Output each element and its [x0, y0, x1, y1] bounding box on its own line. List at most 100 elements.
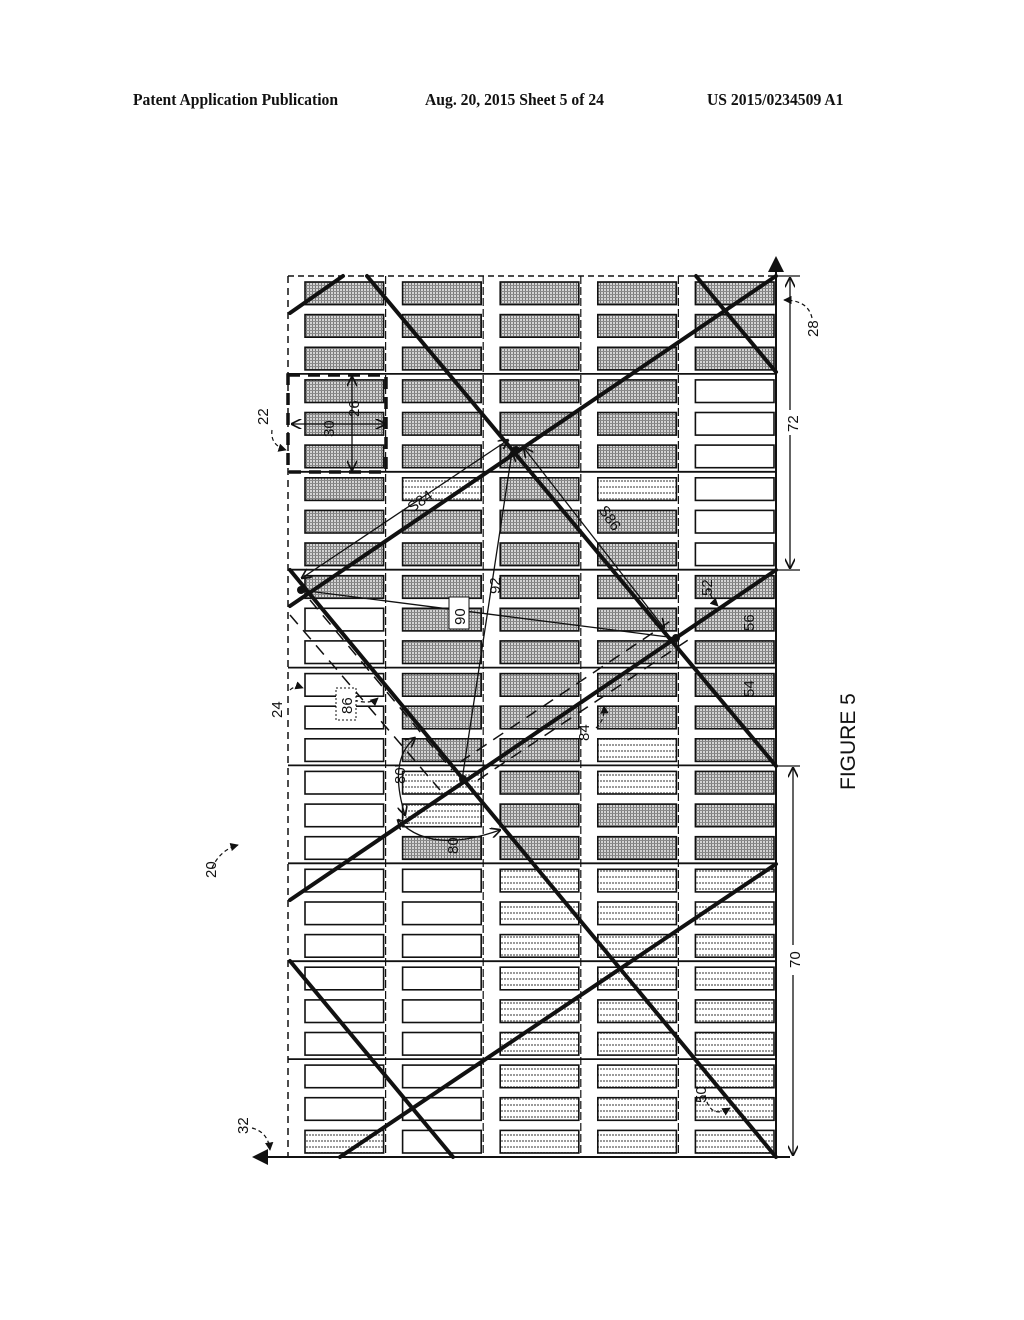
solar-module-cell [499, 770, 580, 795]
solar-module-cell [401, 868, 483, 893]
solar-module-cell [694, 999, 775, 1024]
solar-module-cell [304, 999, 385, 1024]
solar-module-cell [401, 640, 483, 665]
solar-module-cell [596, 999, 678, 1024]
solar-module-cell [596, 476, 678, 502]
solar-module-cell [694, 346, 775, 371]
solar-module-cell [304, 346, 385, 371]
solar-module-cell [304, 379, 385, 404]
solar-module-cell [499, 640, 580, 665]
solar-module-cell [401, 901, 483, 926]
solar-module-cell [694, 313, 775, 339]
solar-module-cell [596, 542, 678, 567]
solar-module-cell [499, 574, 580, 600]
solar-module-cell [596, 737, 678, 763]
solar-module-cell [304, 1031, 385, 1056]
label-22: 22 [255, 408, 272, 425]
solar-module-cell [499, 607, 580, 632]
label-80: 80 [445, 837, 462, 854]
solar-module-cell [694, 966, 775, 991]
label-70: 70 [787, 951, 804, 968]
solar-module-cell [596, 1096, 678, 1122]
axis-arrow-up-icon [768, 256, 784, 272]
solar-module-cell [304, 933, 385, 958]
solar-module-cell [596, 1064, 678, 1089]
figure-caption: FIGURE 5 [837, 693, 860, 790]
label-20: 20 [203, 861, 220, 878]
solar-module-cell [596, 1129, 678, 1154]
solar-module-cell [499, 672, 580, 697]
solar-module-cell [401, 1031, 483, 1056]
solar-module-cell [499, 803, 580, 828]
solar-module-cell [401, 542, 483, 567]
label-24: 24 [269, 701, 286, 718]
label-32: 32 [235, 1117, 252, 1134]
label-92: 92 [487, 577, 504, 594]
solar-module-cell [499, 281, 580, 306]
axis-arrow-left-icon [252, 1149, 268, 1165]
leader-28 [783, 295, 813, 319]
solar-module-cell [596, 574, 678, 600]
label-56: 56 [741, 614, 758, 631]
solar-module-cell [304, 313, 385, 339]
solar-module-cell [499, 379, 580, 404]
solar-module-cell [304, 1096, 385, 1122]
label-50: 50 [693, 1086, 710, 1103]
solar-module-cell [694, 770, 775, 795]
intersection-point [297, 586, 305, 594]
leader-32 [251, 1127, 274, 1151]
solar-module-cell [694, 411, 775, 436]
solar-module-cell [596, 705, 678, 730]
label-26: 26 [346, 400, 363, 417]
solar-module-cell [499, 1064, 580, 1089]
solar-module-cell [499, 1129, 580, 1154]
solar-module-cell [304, 803, 385, 828]
solar-module-cell [596, 803, 678, 828]
leader-24 [289, 681, 304, 691]
solar-module-cell [304, 901, 385, 926]
solar-module-cell [304, 1064, 385, 1089]
vector-s86 [524, 448, 664, 628]
label-72: 72 [785, 415, 802, 432]
solar-module-cell [499, 966, 580, 991]
label-84: 84 [576, 724, 593, 741]
solar-module-cell [694, 379, 775, 404]
solar-module-cell [401, 411, 483, 436]
solar-module-cell [304, 770, 385, 795]
solar-module-cell [401, 999, 483, 1024]
solar-module-cell [694, 640, 775, 665]
solar-module-cell [401, 770, 483, 795]
label-90: 90 [452, 608, 469, 625]
solar-module-cell [596, 770, 678, 795]
solar-module-cell [401, 966, 483, 991]
solar-module-cell [304, 509, 385, 534]
solar-module-cell [694, 803, 775, 828]
solar-module-cell [304, 640, 385, 665]
solar-module-cell [304, 966, 385, 991]
label-30: 30 [321, 420, 338, 437]
solar-module-cell [499, 1096, 580, 1122]
solar-module-cell [596, 411, 678, 436]
label-54: 54 [741, 680, 758, 697]
label-52: 52 [699, 579, 716, 596]
label-86: 86 [339, 697, 356, 714]
solar-module-cell [596, 868, 678, 893]
figure-5-diagram: 20 22 24 26 28 30 32 50 52 54 56 70 72 8… [203, 256, 860, 1165]
solar-module-cell [596, 1031, 678, 1056]
solar-module-cell [401, 933, 483, 958]
solar-module-cell [401, 574, 483, 600]
solar-module-cell [694, 835, 775, 861]
intersection-point [512, 446, 520, 454]
solar-module-cell [304, 444, 385, 469]
solar-module-cell [694, 542, 775, 567]
solar-module-cell [694, 476, 775, 502]
solar-module-cell [596, 313, 678, 339]
leader-22 [271, 429, 287, 452]
intersection-point [459, 775, 467, 783]
label-28: 28 [805, 320, 822, 337]
solar-module-cell [596, 835, 678, 861]
solar-module-cell [304, 607, 385, 632]
solar-module-cell [596, 444, 678, 469]
dimension-lines [776, 275, 800, 1155]
solar-module-cell [401, 672, 483, 697]
